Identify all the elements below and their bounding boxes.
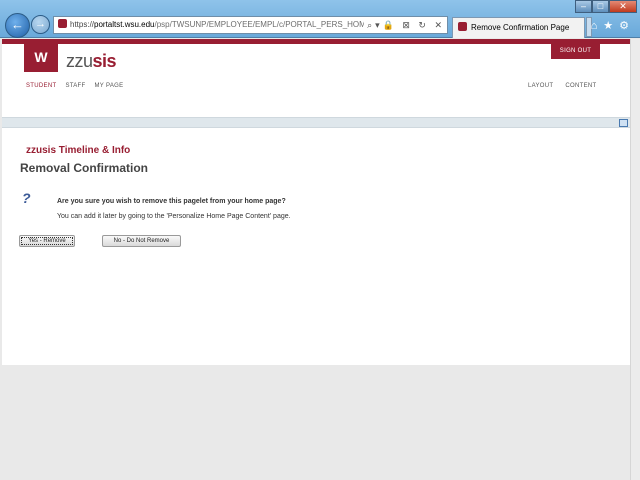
back-button[interactable]: ← <box>5 13 30 38</box>
browser-toolbar: ← → https://portaltst.wsu.edu/psp/TWSUNP… <box>0 0 640 38</box>
yes-remove-button[interactable]: Yes - Remove <box>19 235 75 247</box>
browser-tool-icons[interactable]: ⌂★⚙ <box>591 19 635 32</box>
nav-layout[interactable]: LAYOUT <box>528 83 553 89</box>
brand-name-strong: sis <box>92 51 117 71</box>
sign-out-button[interactable]: SIGN OUT <box>551 44 600 59</box>
personalize-nav: LAYOUT CONTENT <box>528 83 596 89</box>
pagelet-title: zzusis Timeline & Info <box>26 145 131 156</box>
url-scheme: https:// <box>70 20 95 29</box>
brand-name[interactable]: zzusis <box>66 51 117 72</box>
main-nav: STUDENT STAFF MY PAGE <box>26 83 123 89</box>
nav-student[interactable]: STUDENT <box>26 83 56 89</box>
page-content: W zzusis SIGN OUT STUDENT STAFF MY PAGE … <box>2 39 630 365</box>
nav-content[interactable]: CONTENT <box>565 83 596 89</box>
minimize-button[interactable]: – <box>575 0 592 13</box>
confirm-hint: You can add it later by going to the 'Pe… <box>57 213 291 220</box>
site-favicon-icon <box>58 19 67 28</box>
back-arrow-icon: ← <box>11 17 24 32</box>
question-icon: ? <box>22 190 31 206</box>
address-bar-icons[interactable]: ⌕▾🔒 ⊠ ↻ ✕ <box>364 17 445 33</box>
brand-top-line <box>2 39 630 44</box>
window-layout-icon[interactable] <box>619 119 628 127</box>
window-controls: – □ ✕ <box>575 0 637 13</box>
brand-name-plain: zzu <box>66 51 93 71</box>
forward-arrow-icon: → <box>35 18 46 30</box>
nav-my-page[interactable]: MY PAGE <box>95 83 124 89</box>
confirm-question: Are you sure you wish to remove this pag… <box>57 198 286 205</box>
page-background <box>2 365 630 480</box>
tab-title: Remove Confirmation Page <box>471 23 570 32</box>
pagelet-bar <box>2 117 630 128</box>
url-host: portaltst.wsu.edu <box>94 20 155 29</box>
close-window-button[interactable]: ✕ <box>609 0 637 13</box>
nav-staff[interactable]: STAFF <box>65 83 85 89</box>
forward-button[interactable]: → <box>31 15 50 34</box>
browser-tab-active[interactable]: Remove Confirmation Page <box>452 17 585 38</box>
maximize-button[interactable]: □ <box>592 0 609 13</box>
vertical-scrollbar[interactable] <box>630 39 640 480</box>
page-title: Removal Confirmation <box>20 161 149 175</box>
wsu-logo[interactable]: W <box>24 44 58 72</box>
tab-favicon-icon <box>458 22 467 31</box>
no-do-not-remove-button[interactable]: No - Do Not Remove <box>102 235 181 247</box>
address-bar[interactable]: https://portaltst.wsu.edu/psp/TWSUNP/EMP… <box>53 16 448 34</box>
